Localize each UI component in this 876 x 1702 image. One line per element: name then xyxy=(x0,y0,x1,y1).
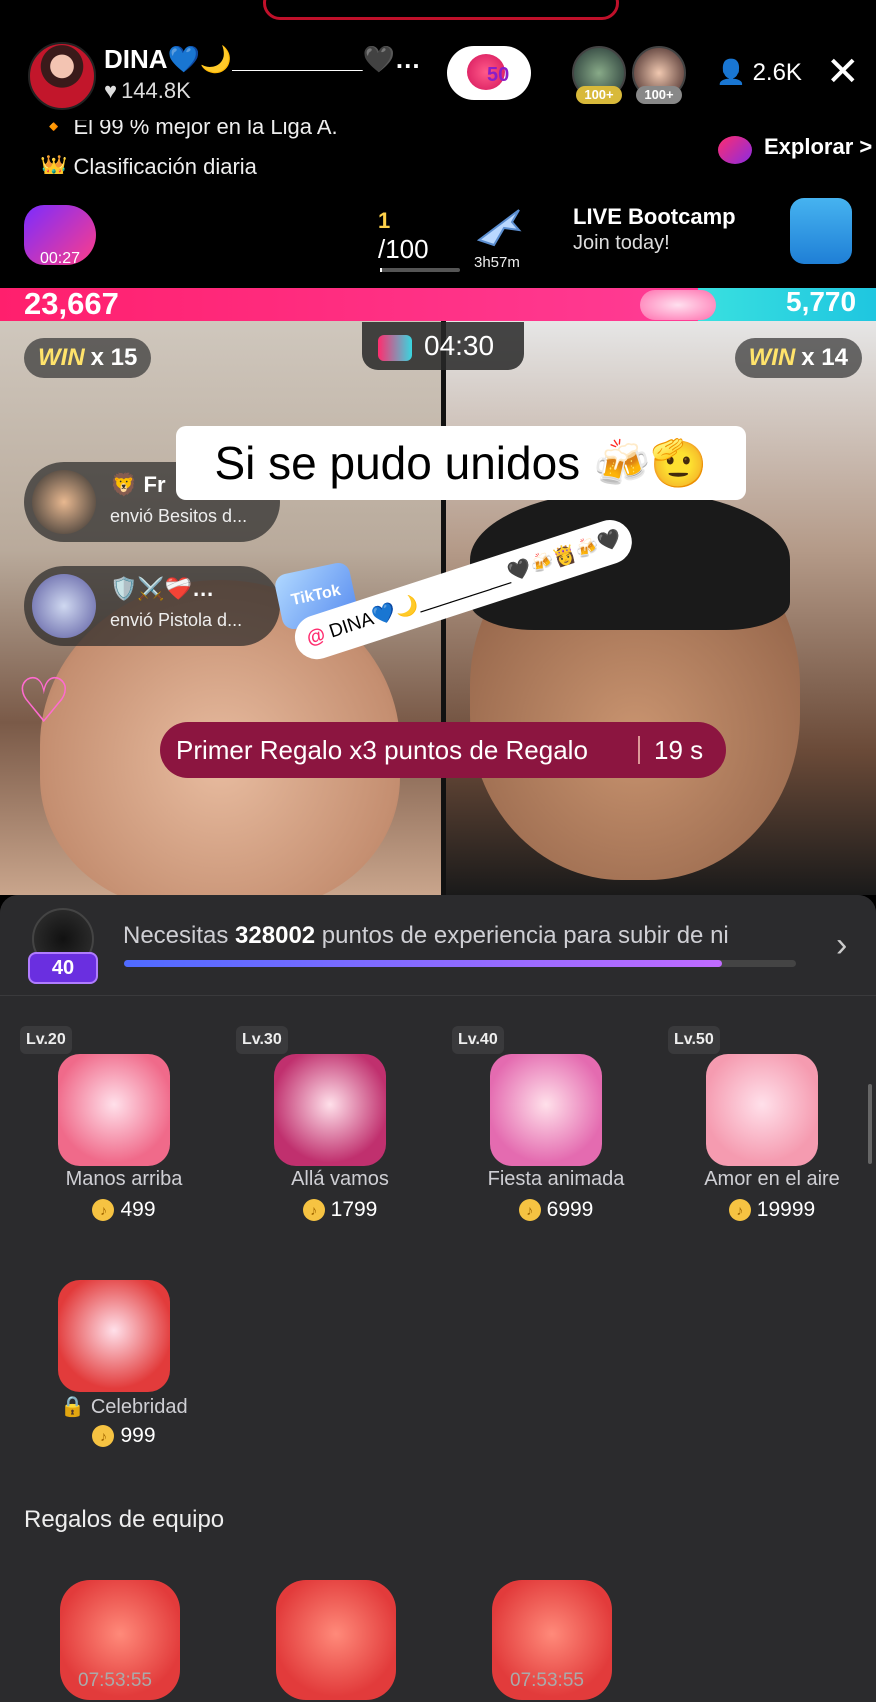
task-current: 1 xyxy=(378,208,391,233)
team-gift-2[interactable] xyxy=(276,1580,396,1700)
gift-notification-2[interactable]: 🛡️⚔️❤️‍🩹… envió Pistola d... xyxy=(24,566,280,646)
coin-icon: ♪ xyxy=(728,1199,751,1222)
task-progress xyxy=(380,268,460,272)
task-timer: 3h57m xyxy=(474,254,520,271)
win-streak-right: WIN x 14 xyxy=(734,338,862,378)
battle-icon xyxy=(378,334,412,361)
spark-icon xyxy=(640,290,716,320)
xp-message: Necesitas 328002 puntos de experiencia p… xyxy=(123,922,729,949)
coin-icon: ♪ xyxy=(92,1425,115,1448)
chevron-right-icon[interactable]: › xyxy=(836,926,847,965)
fan-team-badge[interactable]: 50 xyxy=(447,46,531,100)
task-total: /100 xyxy=(378,234,429,264)
first-gift-promo[interactable]: Primer Regalo x3 puntos de Regalo 19 s xyxy=(160,722,726,778)
top-viewer-1[interactable]: 100+ xyxy=(572,46,626,104)
person-icon: 👤 xyxy=(716,59,746,86)
coin-icon: ♪ xyxy=(92,1199,115,1222)
bootcamp-subtitle: Join today! xyxy=(573,232,670,254)
video-caption: Si se pudo unidos 🍻🫡 xyxy=(176,426,746,500)
team-gift-timer: 07:53:55 xyxy=(78,1670,152,1691)
host-name[interactable]: DINA💙🌙_________🖤… xyxy=(104,44,421,75)
scrollbar[interactable] xyxy=(868,1084,872,1164)
coin-icon: ♪ xyxy=(518,1199,541,1222)
host-avatar[interactable] xyxy=(28,42,96,110)
gift-item[interactable]: Lv.30 Allá vamos ♪ 1799 xyxy=(222,1026,422,1246)
gift-image xyxy=(274,1054,386,1166)
close-icon[interactable]: ✕ xyxy=(826,52,860,92)
score-right: 5,770 xyxy=(786,286,857,317)
xp-progress-bar xyxy=(124,960,796,967)
bolt-timer: 00:27 xyxy=(40,250,81,267)
viewers-count[interactable]: 👤 2.6K xyxy=(716,58,802,87)
gift-image xyxy=(490,1054,602,1166)
score-left: 23,667 xyxy=(24,286,119,321)
top-live-pill xyxy=(263,0,619,20)
promo-divider xyxy=(638,736,640,764)
gift-item[interactable]: 🔒 Celebridad ♪ 999 xyxy=(6,1252,206,1472)
top-viewer-2[interactable]: 100+ xyxy=(632,46,686,104)
gift-item[interactable]: Lv.50 Amor en el aire ♪ 19999 xyxy=(654,1026,854,1246)
sender-avatar xyxy=(32,470,96,534)
win-streak-left: WIN x 15 xyxy=(24,338,152,378)
sender-avatar xyxy=(32,574,96,638)
host-likes: ♥ 144.8K xyxy=(104,78,191,103)
battle-timer: 04:30 xyxy=(362,322,524,370)
gift-item[interactable]: Lv.40 Fiesta animada ♪ 6999 xyxy=(438,1026,638,1246)
level-badge: 40 xyxy=(28,952,98,984)
team-gift-timer: 07:53:55 xyxy=(510,1670,584,1691)
heart-icon: ♥ xyxy=(104,78,118,103)
gift-image xyxy=(706,1054,818,1166)
team-gifts-title: Regalos de equipo xyxy=(24,1506,225,1533)
gift-item[interactable]: Lv.20 Manos arriba ♪ 499 xyxy=(6,1026,206,1246)
explore-button[interactable]: Explorar > xyxy=(722,134,872,160)
coin-icon: ♪ xyxy=(302,1199,325,1222)
ticker-line-2[interactable]: 👑 Clasificación diaria xyxy=(40,154,257,174)
ticker-line-1: 🔸 El 99 % mejor en la Liga A. xyxy=(40,114,338,139)
plane-icon[interactable] xyxy=(474,200,524,250)
backpack-icon[interactable] xyxy=(790,198,852,264)
gift-image xyxy=(58,1054,170,1166)
bootcamp-title[interactable]: LIVE Bootcamp xyxy=(573,204,736,230)
heart-sticker-icon: ♡ xyxy=(16,667,72,736)
gift-image xyxy=(58,1280,170,1392)
